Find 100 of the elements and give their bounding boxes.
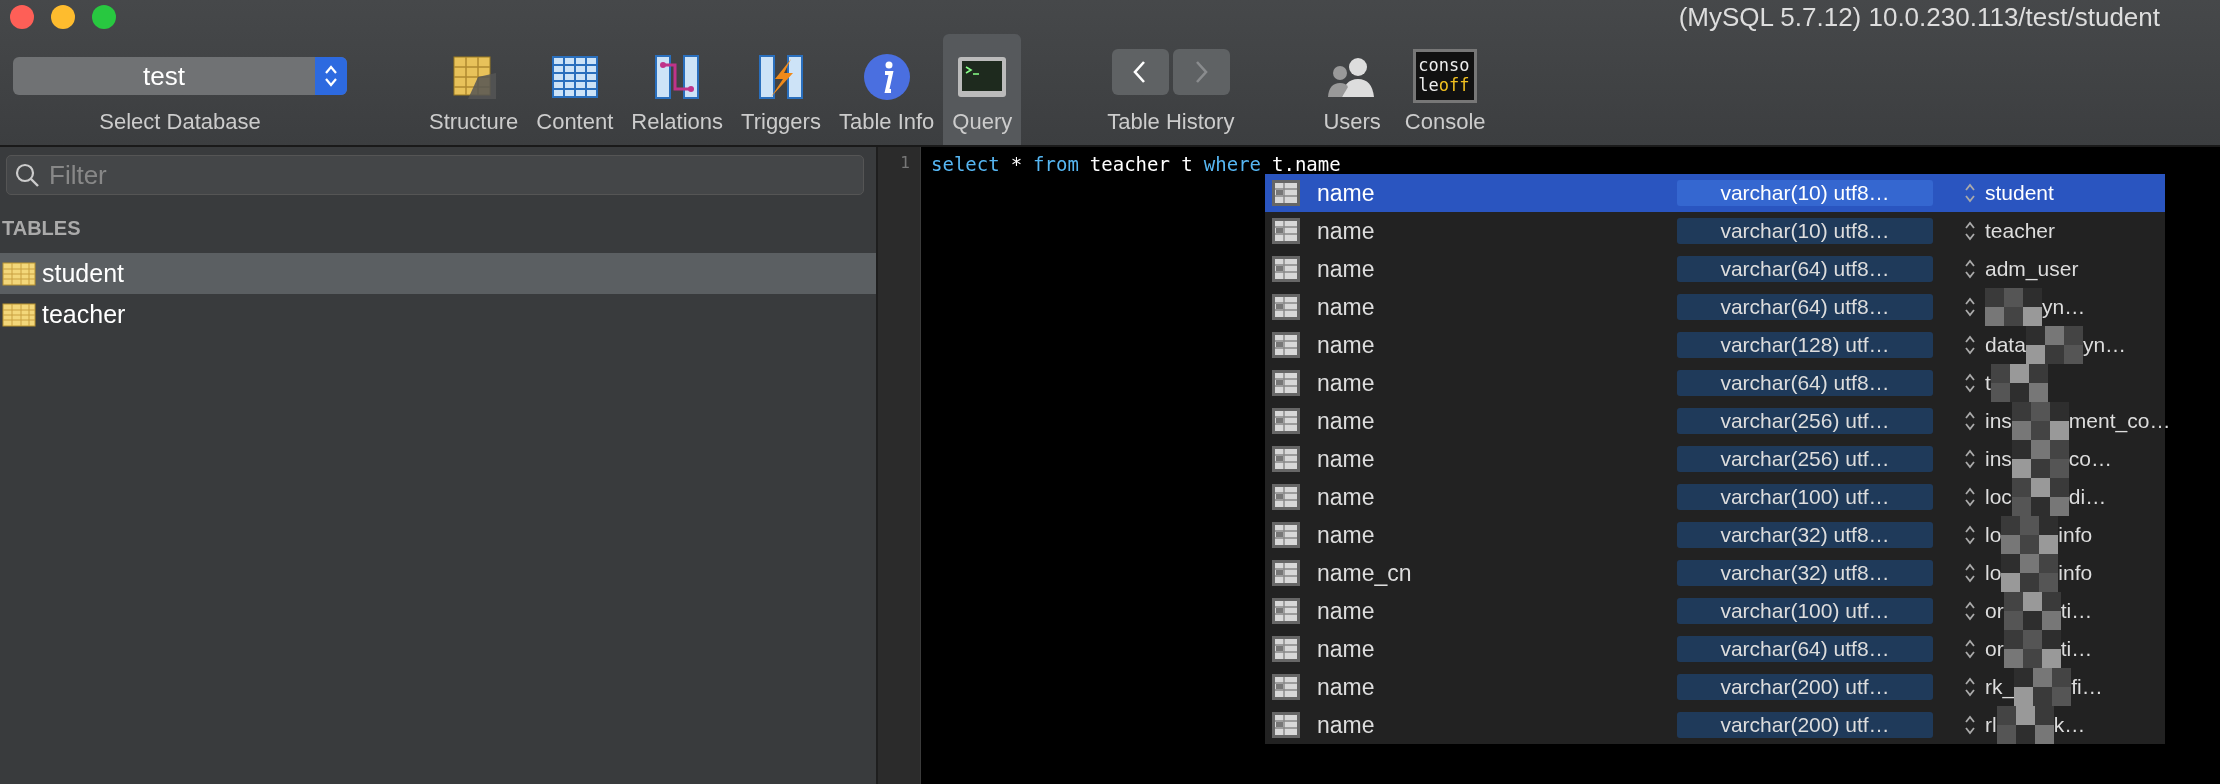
toolbar-button[interactable]: Triggers (732, 34, 830, 145)
type-tag: varchar(10) utf8… (1677, 180, 1933, 206)
autocomplete-item[interactable]: name varchar(100) utf… or ti… (1265, 592, 2165, 630)
column-icon (1271, 483, 1301, 511)
toolbar-button[interactable]: Content (527, 34, 623, 145)
column-icon (1271, 331, 1301, 359)
toolbar-button[interactable]: Users (1314, 34, 1390, 145)
toolbar-button[interactable]: Table Info (829, 34, 944, 145)
table-name: or (1985, 637, 2004, 661)
column-icon (1271, 293, 1301, 321)
table-name: ti… (2060, 599, 2093, 623)
sql-keyword: where (1203, 153, 1261, 175)
type-tag: varchar(10) utf8… (1677, 218, 1933, 244)
database-label: Select Database (99, 109, 261, 135)
autocomplete-item[interactable]: name varchar(64) utf8… t (1265, 364, 2165, 402)
toolbar-button[interactable]: Query (943, 34, 1022, 145)
toolbar-button[interactable]: conso leoff Console (1395, 34, 1495, 145)
table-name: yn… (2042, 295, 2086, 319)
autocomplete-item[interactable]: name varchar(256) utf… ins co… (1265, 440, 2165, 478)
close-button[interactable] (10, 5, 34, 29)
autocomplete-item[interactable]: name varchar(64) utf8… adm_user (1265, 250, 2165, 288)
type-tag: varchar(64) utf8… (1677, 294, 1933, 320)
type-tag: varchar(64) utf8… (1677, 370, 1933, 396)
sql-text: * (1010, 153, 1023, 175)
redaction-mosaic (2011, 478, 2069, 516)
type-tag: varchar(200) utf… (1677, 674, 1933, 700)
updown-chevron-icon (1963, 676, 1977, 698)
table-list-item[interactable]: student (0, 253, 876, 294)
autocomplete-item[interactable]: name varchar(128) utf… data yn… (1265, 326, 2165, 364)
table-list-item[interactable]: teacher (0, 294, 876, 335)
table-icon (2, 260, 36, 287)
type-tag: varchar(100) utf… (1677, 598, 1933, 624)
autocomplete-item[interactable]: name varchar(10) utf8… student (1265, 174, 2165, 212)
autocomplete-item[interactable]: name varchar(200) utf… rl k… (1265, 706, 2165, 744)
table-name: t (1985, 371, 1991, 395)
column-icon (1271, 369, 1301, 397)
filter-field[interactable]: Filter (6, 155, 864, 195)
table-name: rl (1985, 713, 1997, 737)
updown-chevron-icon (1963, 600, 1977, 622)
column-icon (1271, 597, 1301, 625)
column-icon (1271, 559, 1301, 587)
updown-chevron-icon (1963, 372, 1977, 394)
updown-chevron-icon (1963, 524, 1977, 546)
table-name: di… (2068, 485, 2107, 509)
toolbar-button[interactable]: Structure (420, 34, 528, 145)
updown-chevron-icon (1963, 562, 1977, 584)
autocomplete-item[interactable]: name varchar(200) utf… rk_ fi… (1265, 668, 2165, 706)
column-icon (1271, 179, 1301, 207)
table-name: ment_co… (2068, 409, 2171, 433)
type-tag: varchar(100) utf… (1677, 484, 1933, 510)
column-icon (1271, 445, 1301, 473)
autocomplete-item[interactable]: name varchar(64) utf8… yn… (1265, 288, 2165, 326)
updown-chevron-icon (1963, 638, 1977, 660)
redaction-mosaic (1990, 364, 2048, 402)
autocomplete-item[interactable]: name varchar(10) utf8… teacher (1265, 212, 2165, 250)
type-tag: varchar(128) utf… (1677, 332, 1933, 358)
redaction-mosaic (2014, 668, 2072, 706)
window-title: (MySQL 5.7.12) 10.0.230.113/test/student (1678, 1, 2160, 33)
column-icon (1271, 521, 1301, 549)
redaction-mosaic (2011, 440, 2069, 478)
type-tag: varchar(256) utf… (1677, 408, 1933, 434)
redaction-mosaic (1985, 288, 2042, 326)
minimize-button[interactable] (51, 5, 75, 29)
type-tag: varchar(32) utf8… (1677, 560, 1933, 586)
table-name: student (1985, 181, 2054, 205)
column-icon (1271, 407, 1301, 435)
redaction-mosaic (2003, 630, 2061, 668)
database-popup[interactable]: test (13, 57, 347, 95)
table-name: ti… (2060, 637, 2093, 661)
table-name: loc (1985, 485, 2012, 509)
table-name: fi… (2071, 675, 2103, 699)
sql-text: teacher t (1089, 153, 1193, 175)
type-tag: varchar(64) utf8… (1677, 256, 1933, 282)
updown-chevron-icon (1963, 296, 1977, 318)
table-name: lo (1985, 561, 2002, 585)
toolbar-button[interactable]: Relations (622, 34, 733, 145)
autocomplete-item[interactable]: name varchar(64) utf8… or ti… (1265, 630, 2165, 668)
updown-chevron-icon (1963, 714, 1977, 736)
table-name: lo (1985, 523, 2002, 547)
autocomplete-item[interactable]: name varchar(32) utf8… lo info (1265, 516, 2165, 554)
table-name: ins (1985, 447, 2012, 471)
type-tag: varchar(200) utf… (1677, 712, 1933, 738)
redaction-mosaic (2001, 554, 2059, 592)
table-name: ins (1985, 409, 2012, 433)
table-name: info (2058, 523, 2093, 547)
sql-text: t.name (1272, 153, 1341, 175)
autocomplete-item[interactable]: name varchar(100) utf… loc di… (1265, 478, 2165, 516)
history-label: Table History (1107, 109, 1235, 135)
type-tag: varchar(32) utf8… (1677, 522, 1933, 548)
console-status-icon: conso leoff (1413, 49, 1478, 103)
autocomplete-item[interactable]: name_cn varchar(32) utf8… lo info (1265, 554, 2165, 592)
table-name: data (1985, 333, 2026, 357)
sql-keyword: from (1033, 153, 1079, 175)
updown-chevron-icon (1963, 448, 1977, 470)
updown-chevron-icon (1963, 334, 1977, 356)
back-button[interactable] (1111, 49, 1169, 95)
zoom-button[interactable] (92, 5, 116, 29)
table-name: k… (2053, 713, 2086, 737)
redaction-mosaic (2025, 326, 2083, 364)
updown-chevron-icon (1963, 182, 1977, 204)
